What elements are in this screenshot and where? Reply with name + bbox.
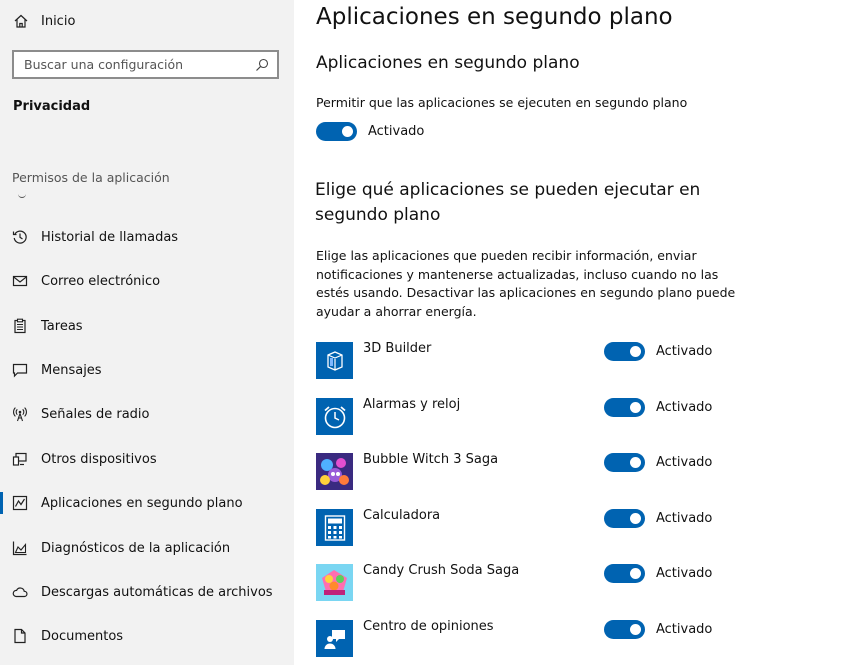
- search-input[interactable]: [24, 57, 255, 72]
- history-icon: [11, 228, 29, 246]
- search-box[interactable]: [12, 50, 279, 79]
- app-name: Centro de opiniones: [363, 619, 494, 634]
- app-toggle-switch[interactable]: [604, 620, 645, 639]
- feedback-hub-icon: [316, 620, 353, 657]
- app-toggle-switch[interactable]: [604, 564, 645, 583]
- app-toggle-row: Activado: [604, 453, 712, 472]
- nav-item-label: Aplicaciones en segundo plano: [41, 495, 243, 511]
- nav-item-label: Diagnósticos de la aplicación: [41, 540, 231, 556]
- scroll-indicator: [18, 194, 26, 198]
- home-label: Inicio: [41, 13, 76, 29]
- app-toggle-row: Activado: [604, 509, 712, 528]
- nav-item-label: Correo electrónico: [41, 273, 161, 289]
- nav-item-other-devices[interactable]: Otros dispositivos: [0, 439, 294, 479]
- app-toggle-switch[interactable]: [604, 342, 645, 361]
- document-icon: [11, 627, 29, 645]
- page-title: Aplicaciones en segundo plano: [316, 4, 673, 30]
- cloud-icon: [11, 583, 29, 601]
- nav-item-label: Descargas automáticas de archivos: [41, 584, 273, 600]
- candy-crush-icon: [316, 564, 353, 601]
- section-title: Privacidad: [13, 99, 91, 114]
- toggle-label: Activado: [656, 344, 713, 359]
- nav-item-call-history[interactable]: Historial de llamadas: [0, 217, 294, 257]
- app-toggle-row: Activado: [604, 620, 712, 639]
- app-name: 3D Builder: [363, 341, 432, 356]
- app-row-feedback-hub: Centro de opiniones Activado: [316, 619, 736, 660]
- nav-item-background-apps[interactable]: Aplicaciones en segundo plano: [0, 483, 294, 523]
- nav-item-documents[interactable]: Documentos: [0, 616, 294, 656]
- main-content: Aplicaciones en segundo plano Aplicacion…: [294, 0, 855, 665]
- sidebar: Inicio Privacidad Permisos de la aplicac…: [0, 0, 294, 665]
- app-toggle-switch[interactable]: [604, 453, 645, 472]
- message-icon: [11, 361, 29, 379]
- toggle-label: Activado: [656, 511, 713, 526]
- app-name: Calculadora: [363, 508, 441, 523]
- home-icon: [12, 12, 30, 30]
- nav-item-tasks[interactable]: Tareas: [0, 306, 294, 346]
- app-toggle-switch[interactable]: [604, 509, 645, 528]
- app-toggle-row: Activado: [604, 398, 712, 417]
- nav-item-label: Historial de llamadas: [41, 229, 179, 245]
- nav-item-messages[interactable]: Mensajes: [0, 350, 294, 390]
- alarm-clock-icon: [316, 398, 353, 435]
- choose-apps-description: Elige las aplicaciones que pueden recibi…: [316, 248, 736, 319]
- app-row-3d-builder: 3D Builder Activado: [316, 341, 736, 382]
- diagnostics-icon: [11, 539, 29, 557]
- toggle-label: Activado: [656, 566, 713, 581]
- section-subtitle: Aplicaciones en segundo plano: [316, 53, 580, 73]
- app-row-alarms-clock: Alarmas y reloj Activado: [316, 397, 736, 438]
- nav-item-label: Señales de radio: [41, 406, 150, 422]
- nav-item-label: Tareas: [41, 318, 83, 334]
- calculator-icon: [316, 509, 353, 546]
- search-icon[interactable]: [255, 58, 269, 72]
- nav-item-label: Documentos: [41, 628, 124, 644]
- mail-icon: [11, 272, 29, 290]
- app-row-bubble-witch: Bubble Witch 3 Saga Activado: [316, 452, 736, 493]
- toggle-label: Activado: [656, 400, 713, 415]
- home-link[interactable]: Inicio: [12, 10, 75, 32]
- master-toggle-row: Activado: [316, 122, 424, 141]
- devices-icon: [11, 450, 29, 468]
- nav-item-label: Otros dispositivos: [41, 451, 157, 467]
- nav-item-label: Mensajes: [41, 362, 102, 378]
- nav-item-email[interactable]: Correo electrónico: [0, 261, 294, 301]
- toggle-label: Activado: [656, 455, 713, 470]
- nav-item-radio-signals[interactable]: Señales de radio: [0, 394, 294, 434]
- app-name: Bubble Witch 3 Saga: [363, 452, 499, 467]
- master-toggle-switch[interactable]: [316, 122, 357, 141]
- app-toggle-row: Activado: [604, 564, 712, 583]
- background-apps-icon: [11, 494, 29, 512]
- app-toggle-row: Activado: [604, 342, 712, 361]
- app-toggle-switch[interactable]: [604, 398, 645, 417]
- allow-background-text: Permitir que las aplicaciones se ejecute…: [316, 95, 688, 110]
- choose-apps-title: Elige qué aplicaciones se pueden ejecuta…: [315, 180, 701, 225]
- app-name: Alarmas y reloj: [363, 397, 461, 412]
- group-label: Permisos de la aplicación: [12, 170, 170, 185]
- 3d-builder-icon: [316, 342, 353, 379]
- tasks-icon: [11, 317, 29, 335]
- app-row-candy-crush: Candy Crush Soda Saga Activado: [316, 563, 736, 604]
- app-name: Candy Crush Soda Saga: [363, 563, 520, 578]
- nav-item-app-diagnostics[interactable]: Diagnósticos de la aplicación: [0, 528, 294, 568]
- nav-item-automatic-downloads[interactable]: Descargas automáticas de archivos: [0, 572, 294, 612]
- toggle-label: Activado: [656, 622, 713, 637]
- radio-icon: [11, 405, 29, 423]
- bubble-witch-icon: [316, 453, 353, 490]
- toggle-label: Activado: [368, 124, 425, 139]
- app-row-calculator: Calculadora Activado: [316, 508, 736, 549]
